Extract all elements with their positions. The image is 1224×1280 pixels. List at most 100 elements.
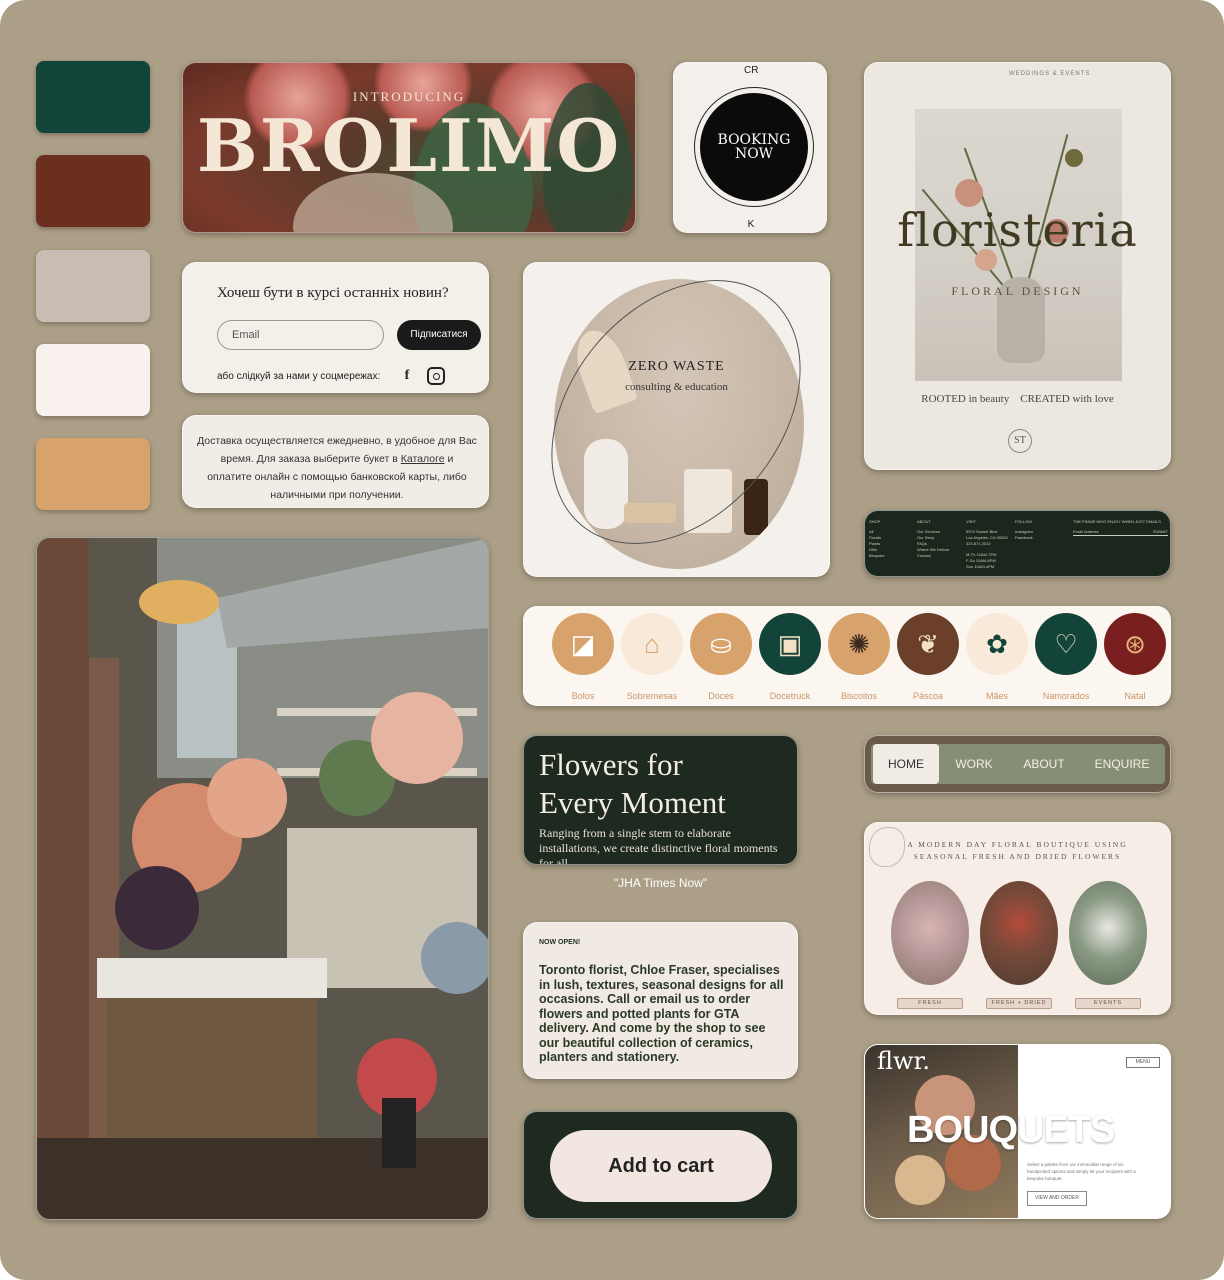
category-label: Biscoitos bbox=[840, 691, 877, 701]
swatch-tan bbox=[36, 438, 150, 510]
footer-col-shop: SHOP All Florals Plants Gifts Bespoke bbox=[869, 519, 885, 559]
now-open-card: NOW OPEN! Toronto florist, Chloe Fraser,… bbox=[523, 922, 798, 1079]
boutique-card: A MODERN DAY FLORAL BOUTIQUE USING SEASON… bbox=[864, 822, 1171, 1015]
flower-shop-photo bbox=[36, 537, 489, 1220]
floristeria-monogram: ST bbox=[1008, 429, 1032, 453]
booking-badge[interactable]: CR BOOKING NOW K bbox=[673, 62, 827, 233]
now-open-body: Toronto florist, Chloe Fraser, specialis… bbox=[539, 963, 784, 1064]
top-navigation: HOME WORK ABOUT ENQUIRE bbox=[864, 735, 1171, 793]
booking-side-text: CR bbox=[744, 65, 759, 76]
bouquets-description: Select a palette from our immovable rang… bbox=[1027, 1162, 1136, 1181]
footer-link[interactable]: Bespoke bbox=[869, 553, 885, 559]
nav-enquire[interactable]: ENQUIRE bbox=[1085, 744, 1159, 784]
zero-waste-card: ZERO WASTE consulting & education bbox=[523, 262, 830, 577]
email-input[interactable]: Email bbox=[217, 320, 384, 350]
floristeria-subtitle: FLORAL DESIGN bbox=[951, 284, 1084, 298]
bunny-icon: ❦ bbox=[897, 613, 959, 675]
flowers-title: Flowers for Every Moment bbox=[539, 746, 726, 822]
fresh-button[interactable]: FRESH bbox=[897, 998, 963, 1009]
category-label: Sobremesas bbox=[626, 691, 678, 701]
bouquet-flower bbox=[895, 1155, 945, 1205]
now-open-label: NOW OPEN! bbox=[539, 939, 581, 946]
subscribe-button[interactable]: Підписатися bbox=[397, 320, 481, 350]
footer-heading: FOLLOW bbox=[1015, 519, 1032, 524]
flwr-logo[interactable]: flwr. bbox=[877, 1047, 930, 1075]
nav-home[interactable]: HOME bbox=[873, 744, 939, 784]
swatch-cream bbox=[36, 344, 150, 416]
booking-side-text: K bbox=[747, 219, 755, 230]
footer-text: Sun 10AM-4PM bbox=[966, 564, 995, 569]
boutique-heading-line: SEASONAL FRESH AND DRIED FLOWERS bbox=[913, 852, 1122, 861]
add-to-cart-card: Add to cart bbox=[523, 1111, 798, 1219]
category-natal[interactable]: ⊛ Natal bbox=[1104, 613, 1166, 701]
bouquet-photo-dried bbox=[980, 881, 1058, 985]
category-label: Docetruck bbox=[769, 691, 811, 701]
footer-col-visit: VISIT 5974 Sunset Blvd Los Angeles, CA 900… bbox=[966, 519, 1008, 570]
floristeria-title: floristeria bbox=[897, 203, 1138, 257]
heart-icon: ♡ bbox=[1035, 613, 1097, 675]
flowers-description: Ranging from a single stem to elaborate … bbox=[539, 826, 778, 865]
footer-col-newsletter: THE PINNIE WHO ENJOY WHEN JUST EMAILS Ema… bbox=[1073, 519, 1168, 536]
footer-email-input[interactable]: Email Address SUBMIT bbox=[1073, 529, 1168, 536]
newsletter-card: Хочеш бути в курсі останніх новин? Email… bbox=[182, 262, 489, 393]
booking-label: NOW bbox=[734, 146, 774, 162]
brolimo-title: BROLIMO bbox=[196, 103, 622, 188]
catalog-link[interactable]: Каталоге bbox=[401, 453, 445, 465]
category-label: Namorados bbox=[1042, 691, 1090, 701]
category-label: Bolos bbox=[571, 691, 595, 701]
swatch-brown bbox=[36, 155, 150, 227]
category-icon-strip: ◪ Bolos ⌂ Sobremesas ⛀ Doces ▣ Docetruck ✺ Bi… bbox=[523, 606, 1171, 706]
footer-email-placeholder: Email Address bbox=[1073, 529, 1099, 534]
flowers-hero-card: Flowers for Every Moment Ranging from a s… bbox=[523, 735, 798, 865]
flwr-bouquets-card: flwr. MENU BOUQUETS Select a palette fro… bbox=[864, 1044, 1171, 1219]
category-biscoitos[interactable]: ✺ Biscoitos bbox=[828, 613, 890, 701]
category-pascoa[interactable]: ❦ Páscoa bbox=[897, 613, 959, 701]
bouquet-photo-events bbox=[1069, 881, 1147, 985]
zero-waste-subtitle: consulting & education bbox=[625, 381, 728, 393]
category-namorados[interactable]: ♡ Namorados bbox=[1035, 613, 1097, 701]
floristeria-poster: WEDDINGS & EVENTS floristeria FLORAL DES… bbox=[864, 62, 1171, 470]
flower-shop-illustration bbox=[37, 538, 488, 1219]
flowers-title-line: Flowers for bbox=[539, 747, 683, 782]
category-doces[interactable]: ⛀ Doces bbox=[690, 613, 752, 701]
facebook-icon[interactable]: f bbox=[398, 367, 416, 385]
footer-submit-button[interactable]: SUBMIT bbox=[1153, 529, 1168, 535]
category-bolos[interactable]: ◪ Bolos bbox=[552, 613, 614, 701]
view-and-order-button[interactable]: VIEW AND ORDER bbox=[1027, 1191, 1087, 1206]
fresh-dried-button[interactable]: FRESH + DRIED bbox=[986, 998, 1052, 1009]
cookie-icon: ✺ bbox=[828, 613, 890, 675]
category-docetruck[interactable]: ▣ Docetruck bbox=[759, 613, 821, 701]
footer-link[interactable]: Contact bbox=[917, 553, 949, 559]
ornament-icon: ⊛ bbox=[1104, 613, 1166, 675]
menu-button[interactable]: MENU bbox=[1126, 1057, 1160, 1068]
boutique-heading: A MODERN DAY FLORAL BOUTIQUE USING SEASON… bbox=[865, 839, 1170, 863]
zero-waste-title: ZERO WASTE bbox=[628, 359, 725, 374]
boutique-heading-line: A MODERN DAY FLORAL BOUTIQUE USING bbox=[907, 840, 1128, 849]
category-sobremesas[interactable]: ⌂ Sobremesas bbox=[621, 613, 683, 701]
category-maes[interactable]: ✿ Mães bbox=[966, 613, 1028, 701]
instagram-icon[interactable] bbox=[427, 367, 445, 385]
footer-heading: THE PINNIE WHO ENJOY WHEN JUST EMAILS bbox=[1073, 519, 1161, 524]
booking-button[interactable]: BOOKING NOW bbox=[700, 93, 808, 201]
font-caption: "JHA Times Now" bbox=[613, 876, 708, 890]
flower-icon: ✿ bbox=[966, 613, 1028, 675]
newsletter-question: Хочеш бути в курсі останніх новин? bbox=[217, 285, 449, 301]
cake-slice-icon: ◪ bbox=[552, 613, 614, 675]
floristeria-vertical-text: WEDDINGS & EVENTS bbox=[1009, 71, 1091, 77]
nav-about[interactable]: ABOUT bbox=[1011, 744, 1077, 784]
add-to-cart-button[interactable]: Add to cart bbox=[550, 1130, 772, 1202]
floristeria-tagline: ROOTED in beauty CREATED with love bbox=[921, 393, 1114, 405]
footer-col-follow: FOLLOW Instagram Facebook bbox=[1015, 519, 1033, 541]
footer-link[interactable]: Facebook bbox=[1015, 535, 1033, 541]
dessert-icon: ⌂ bbox=[621, 613, 683, 675]
bouquets-title: BOUQUETS bbox=[907, 1109, 1115, 1151]
follow-text: або слідкуй за нами у соцмережах: bbox=[217, 371, 381, 382]
footer-col-about: ABOUT Our Services Our Story FAQs Where We D… bbox=[917, 519, 949, 559]
nav-work[interactable]: WORK bbox=[941, 744, 1007, 784]
booking-label: BOOKING bbox=[717, 132, 791, 148]
category-label: Natal bbox=[1124, 691, 1146, 701]
bouquet-photo-fresh bbox=[891, 881, 969, 985]
orbit-line bbox=[524, 263, 829, 576]
events-button[interactable]: EVENTS bbox=[1075, 998, 1141, 1009]
category-label: Mães bbox=[985, 691, 1008, 701]
